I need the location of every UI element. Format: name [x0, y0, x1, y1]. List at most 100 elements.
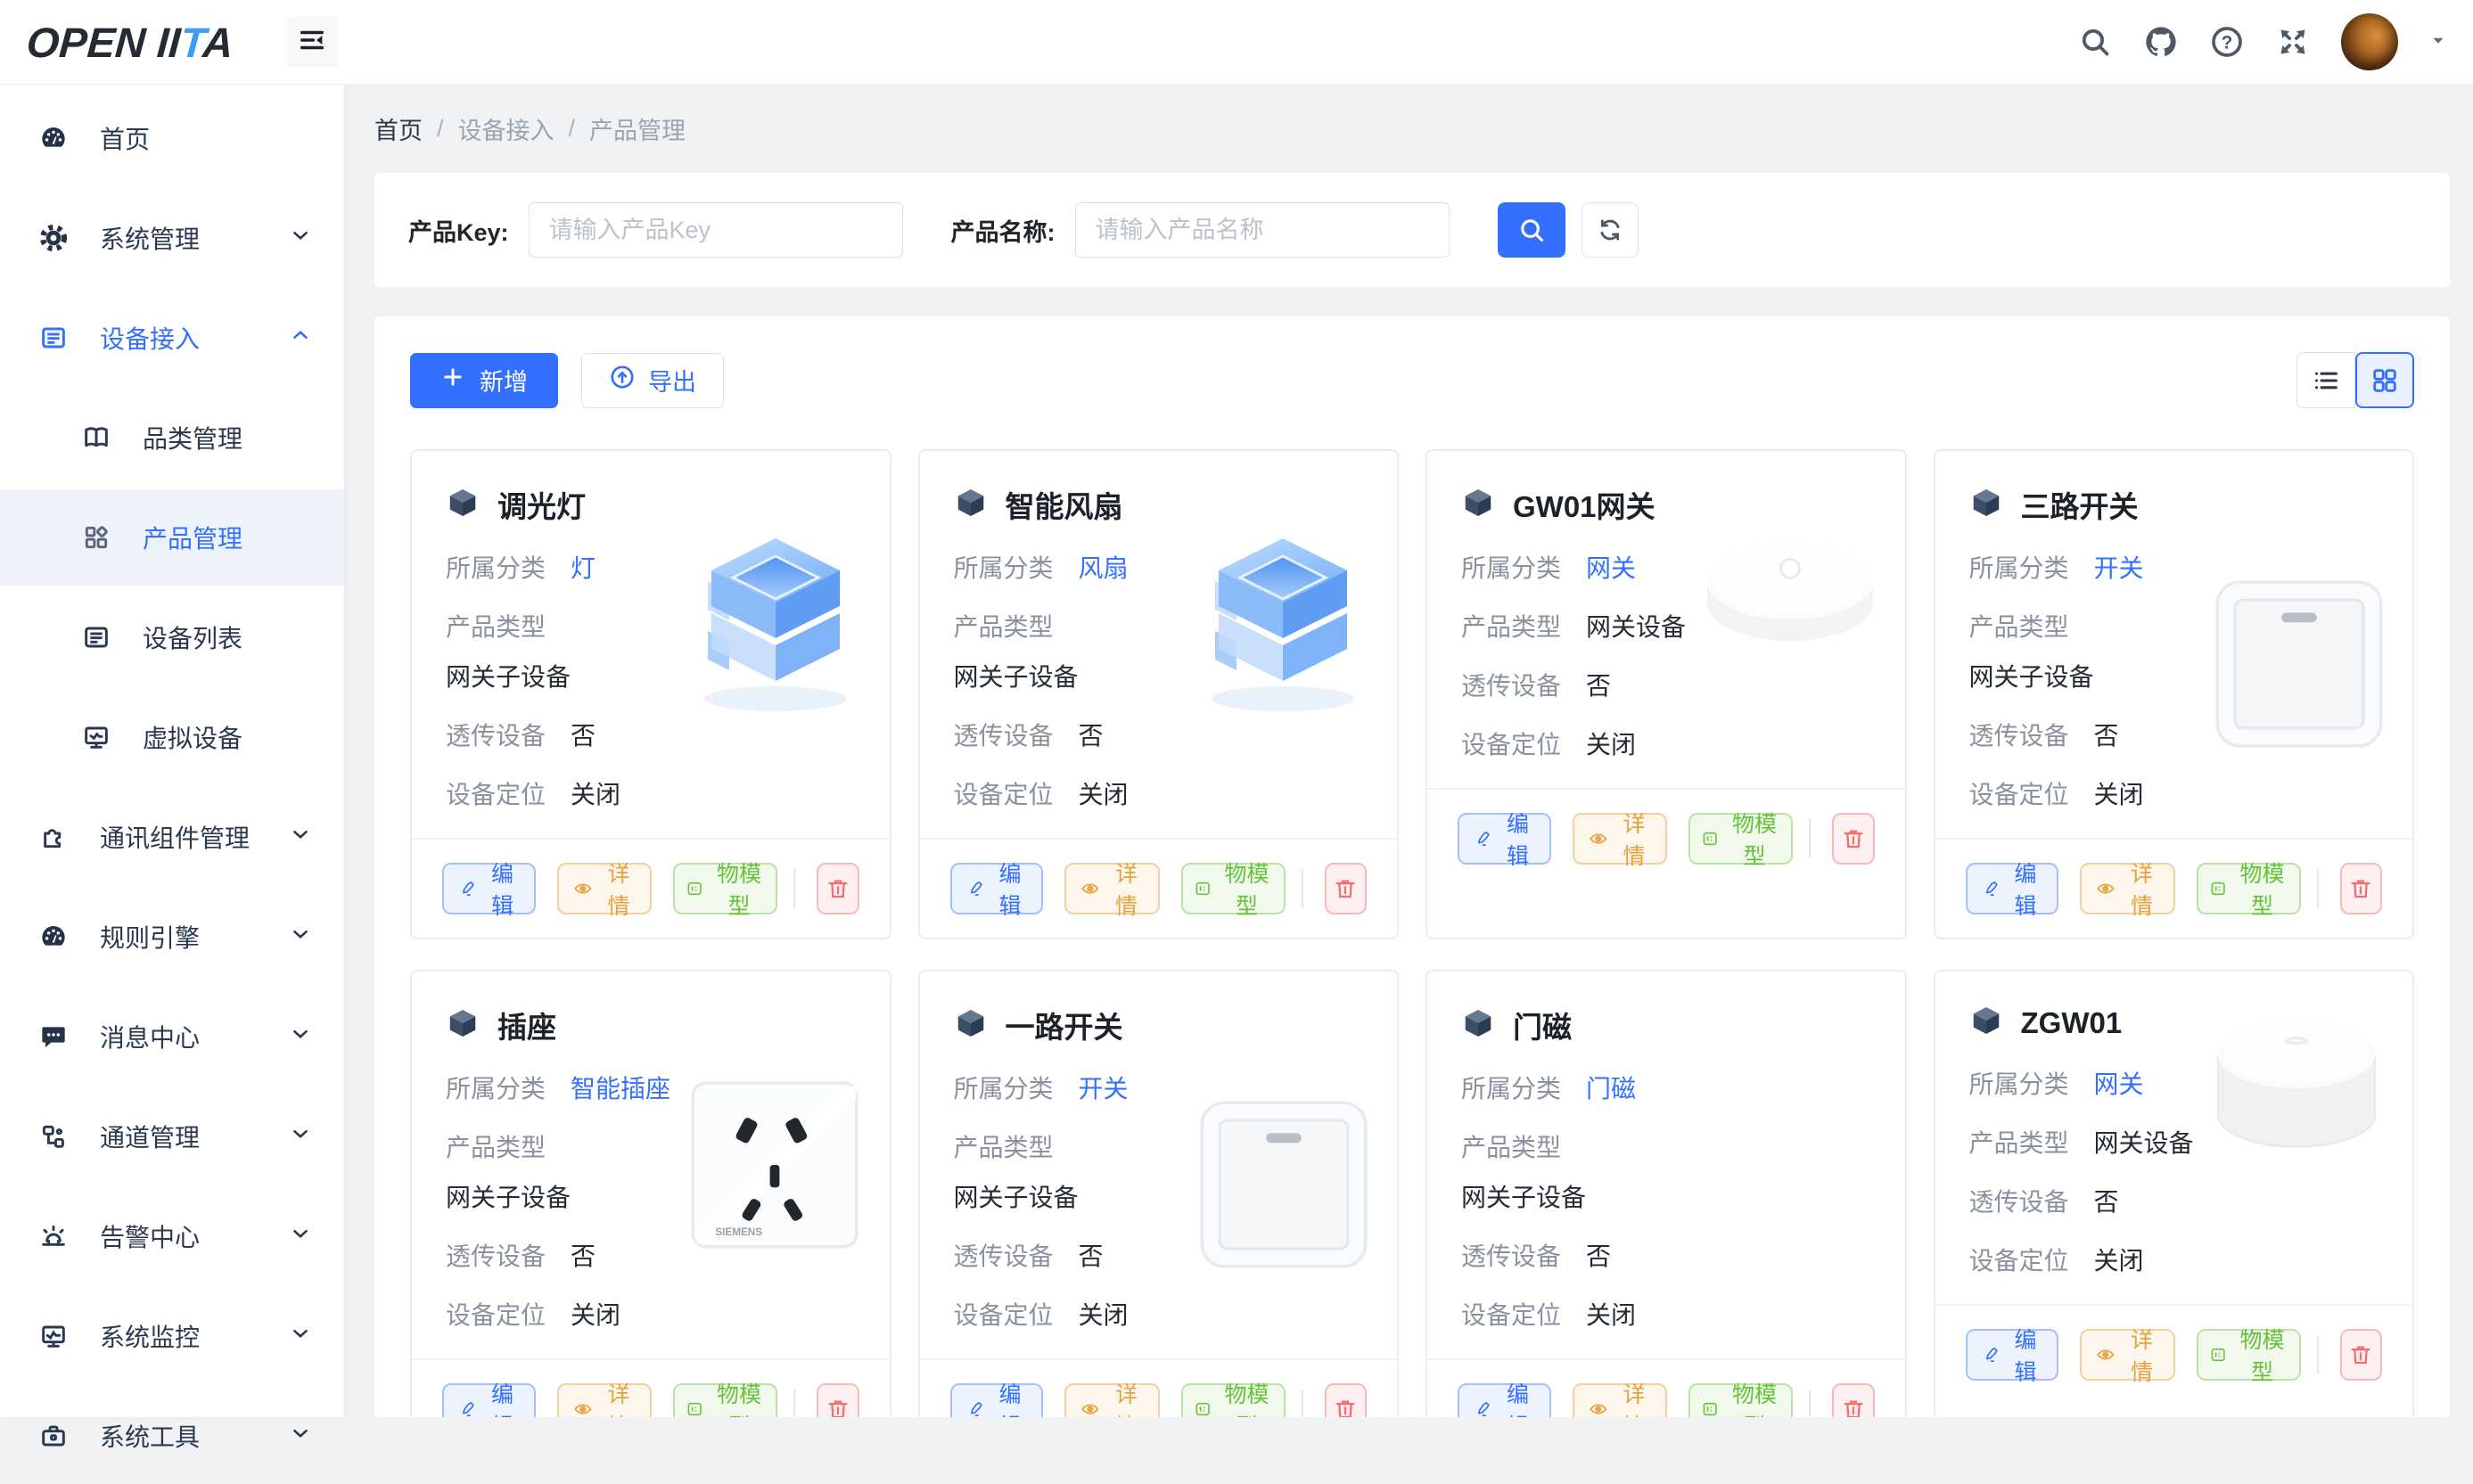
- sidebar-item-product-mgmt[interactable]: 产品管理: [0, 489, 344, 586]
- category-link[interactable]: 风扇: [1079, 549, 1129, 585]
- category-link[interactable]: 网关: [2094, 1065, 2144, 1101]
- app-header: OPEN IITA ?: [0, 0, 2473, 85]
- refresh-button[interactable]: [1582, 202, 1639, 258]
- search-icon[interactable]: [2077, 24, 2113, 60]
- delete-button[interactable]: [1832, 813, 1874, 865]
- thing-model-button[interactable]: 物模型: [1181, 863, 1286, 914]
- sidebar-item-device-access[interactable]: 设备接入: [0, 290, 344, 386]
- detail-button[interactable]: 详情: [1573, 813, 1667, 865]
- category-link[interactable]: 智能插座: [571, 1070, 670, 1105]
- sidebar-item-system-tools[interactable]: 系统工具: [0, 1388, 344, 1484]
- field-label: 所属分类: [446, 549, 546, 585]
- breadcrumb-separator: /: [437, 115, 444, 143]
- detail-button[interactable]: 详情: [1064, 863, 1159, 914]
- product-name-input[interactable]: [1075, 202, 1450, 258]
- sidebar-item-channel-mgmt[interactable]: 通道管理: [0, 1088, 344, 1185]
- edit-button[interactable]: 编辑: [1458, 1383, 1551, 1417]
- edit-button[interactable]: 编辑: [442, 1383, 536, 1417]
- fullscreen-icon[interactable]: [2275, 24, 2311, 60]
- category-link[interactable]: 网关: [1586, 549, 1636, 585]
- sidebar-item-comm-components[interactable]: 通讯组件管理: [0, 789, 344, 885]
- field-value: 关闭: [2094, 775, 2144, 811]
- field-value: 否: [1079, 717, 1104, 752]
- field-label: 所属分类: [1461, 549, 1561, 585]
- product-key-input[interactable]: [529, 202, 903, 258]
- field-label: 产品类型: [1461, 1134, 1561, 1161]
- thing-model-button[interactable]: 物模型: [2197, 1329, 2301, 1381]
- delete-button[interactable]: [2340, 1329, 2382, 1381]
- product-cube-icon: [446, 486, 480, 524]
- product-card: 调光灯 所属分类灯 产品类型网关子设备 透传设备否 设备定位关闭: [410, 449, 891, 939]
- sidebar-item-alarm-center[interactable]: 告警中心: [0, 1188, 344, 1284]
- help-icon[interactable]: ?: [2209, 24, 2245, 60]
- delete-button[interactable]: [1325, 1383, 1367, 1417]
- grid-view-button[interactable]: [2355, 352, 2414, 408]
- thing-model-button[interactable]: 物模型: [673, 863, 777, 914]
- delete-button[interactable]: [2340, 863, 2382, 914]
- add-product-button[interactable]: 新增: [410, 353, 558, 408]
- category-link[interactable]: 开关: [2094, 549, 2144, 585]
- sidebar-item-rule-engine[interactable]: 规则引擎: [0, 889, 344, 985]
- thing-model-button[interactable]: 物模型: [1181, 1383, 1286, 1417]
- sidebar-item-system-monitor[interactable]: 系统监控: [0, 1288, 344, 1384]
- search-button[interactable]: [1498, 202, 1565, 258]
- product-card: GW01网关 所属分类网关 产品类型网关设备 透传设备否 设备定位关闭: [1425, 449, 1907, 939]
- sidebar-item-label: 通讯组件管理: [100, 819, 250, 855]
- sidebar-item-device-list[interactable]: 设备列表: [0, 589, 344, 685]
- product-key-label: 产品Key:: [408, 213, 509, 248]
- category-link[interactable]: 灯: [571, 549, 596, 585]
- field-label: 产品类型: [954, 1134, 1054, 1161]
- detail-button[interactable]: 详情: [557, 863, 652, 914]
- field-value: 网关设备: [2094, 1124, 2194, 1160]
- detail-button[interactable]: 详情: [2080, 863, 2174, 914]
- thing-model-button[interactable]: 物模型: [2197, 863, 2301, 914]
- detail-button[interactable]: 详情: [1064, 1383, 1159, 1417]
- product-cube-icon: [1969, 1004, 2003, 1042]
- breadcrumb-current: 产品管理: [589, 111, 686, 146]
- sidebar-item-label: 虚拟设备: [143, 719, 242, 755]
- thing-model-button[interactable]: 物模型: [1688, 813, 1793, 865]
- delete-button[interactable]: [817, 1383, 859, 1417]
- thing-model-button[interactable]: 物模型: [673, 1383, 777, 1417]
- breadcrumb-home[interactable]: 首页: [374, 111, 423, 146]
- export-button[interactable]: 导出: [581, 353, 724, 408]
- field-value: 关闭: [571, 1296, 620, 1332]
- edit-button[interactable]: 编辑: [950, 1383, 1044, 1417]
- device-access-icon: [39, 324, 68, 352]
- category-link[interactable]: 开关: [1079, 1070, 1129, 1105]
- edit-button[interactable]: 编辑: [442, 863, 536, 914]
- user-avatar[interactable]: [2341, 13, 2398, 70]
- sidebar-item-virtual-device[interactable]: 虚拟设备: [0, 689, 344, 785]
- sidebar-item-system[interactable]: 系统管理: [0, 190, 344, 286]
- filter-panel: 产品Key: 产品名称:: [374, 173, 2450, 287]
- delete-button[interactable]: [817, 863, 859, 914]
- field-label: 透传设备: [954, 717, 1054, 752]
- thing-model-button[interactable]: 物模型: [1688, 1383, 1793, 1417]
- category-link[interactable]: 门磁: [1586, 1070, 1636, 1105]
- sidebar-item-message-center[interactable]: 消息中心: [0, 988, 344, 1085]
- delete-button[interactable]: [1832, 1383, 1874, 1417]
- edit-button[interactable]: 编辑: [950, 863, 1044, 914]
- sidebar-item-label: 设备列表: [143, 619, 242, 655]
- delete-button[interactable]: [1325, 863, 1367, 914]
- breadcrumb-device-access[interactable]: 设备接入: [458, 111, 555, 146]
- detail-button[interactable]: 详情: [2080, 1329, 2174, 1381]
- edit-button[interactable]: 编辑: [1966, 863, 2059, 914]
- product-name: 门磁: [1513, 1004, 1572, 1046]
- detail-button[interactable]: 详情: [557, 1383, 652, 1417]
- detail-button[interactable]: 详情: [1573, 1383, 1667, 1417]
- sidebar-item-home[interactable]: 首页: [0, 90, 344, 186]
- chevron-down-icon: [289, 224, 312, 253]
- sidebar-collapse-button[interactable]: [287, 17, 337, 67]
- github-icon[interactable]: [2143, 24, 2179, 60]
- field-label: 设备定位: [446, 1296, 546, 1332]
- product-cube-icon: [1969, 486, 2003, 524]
- sidebar-item-label: 设备接入: [100, 320, 200, 356]
- sidebar-item-category-mgmt[interactable]: 品类管理: [0, 389, 344, 486]
- edit-button[interactable]: 编辑: [1966, 1329, 2059, 1381]
- product-cube-icon: [1461, 486, 1495, 524]
- caret-down-icon[interactable]: [2428, 30, 2448, 54]
- product-card: ZGW01 所属分类网关 产品类型网关设备 透传设备否 设备定位关闭: [1934, 970, 2415, 1417]
- edit-button[interactable]: 编辑: [1458, 813, 1551, 865]
- list-view-button[interactable]: [2296, 352, 2355, 408]
